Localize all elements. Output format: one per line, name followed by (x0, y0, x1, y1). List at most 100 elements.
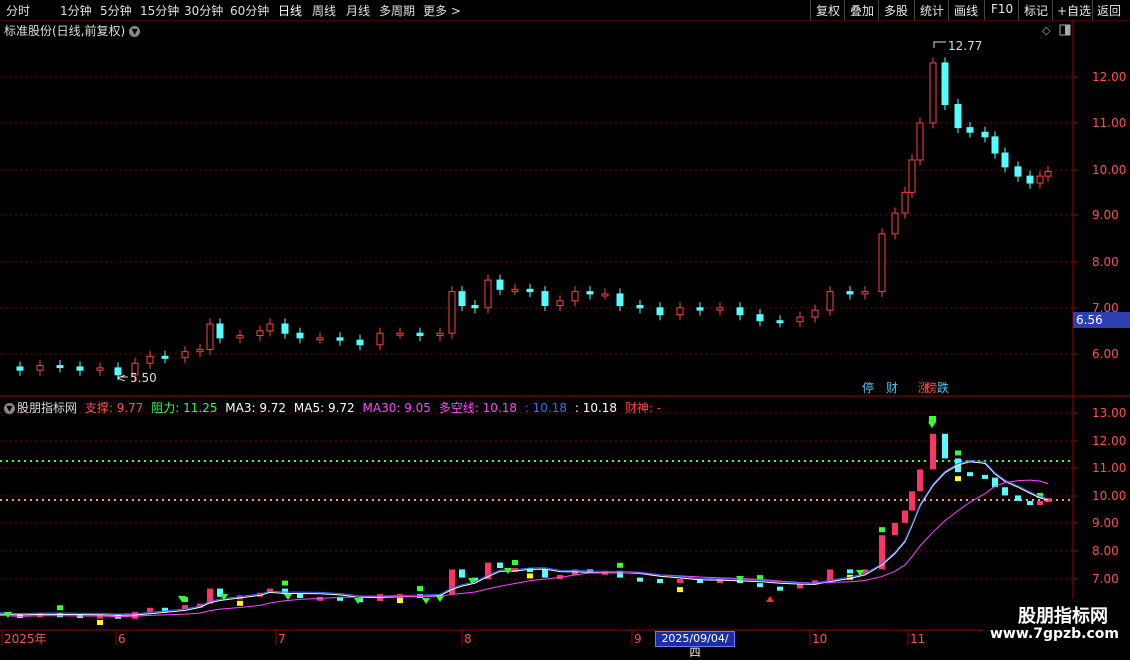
candle-body (571, 291, 579, 302)
candle-body (256, 330, 264, 337)
legend-blue-value: : 10.18 (524, 401, 568, 415)
candle-body (878, 233, 886, 293)
watermark-title: 股朋指标网 (1018, 606, 1108, 627)
legend-ma5: MA5: 9.72 (293, 401, 355, 415)
candle-body (991, 136, 999, 154)
candle-body (471, 304, 479, 309)
candle-body (981, 131, 989, 138)
main-grid (0, 76, 1073, 355)
candle-body (1001, 152, 1009, 168)
candle-body (929, 62, 937, 124)
chevron-down-icon[interactable]: ▼ (4, 403, 15, 414)
legend-ma3: MA3: 9.72 (225, 401, 287, 415)
date-label: 10 (812, 632, 827, 646)
candle-body (526, 288, 534, 293)
indicator-marker-green (417, 586, 423, 592)
candle-body (161, 355, 169, 359)
indicator-bar (847, 569, 853, 574)
sub-axis-label: 8.00 (1092, 544, 1119, 558)
main-axis-label: 6.00 (1092, 347, 1119, 361)
indicator-bar (637, 577, 643, 582)
indicator-bar (879, 535, 885, 570)
main-axis-label: 9.00 (1092, 208, 1119, 222)
indicator-bar (909, 491, 915, 511)
candle-body (556, 300, 564, 306)
indicator-bar (942, 433, 948, 459)
indicator-bar (459, 569, 465, 578)
candles (16, 57, 1052, 381)
candle-body (458, 291, 466, 306)
candle-body (236, 335, 244, 339)
date-axis: 2025年 6 7 8 9 10 11 (1, 630, 925, 646)
down-arrow-icon (436, 596, 444, 602)
candle-body (846, 291, 854, 295)
candle-body (511, 288, 519, 292)
indicator-bar (37, 613, 43, 618)
candle-body (448, 291, 456, 334)
candle-body (656, 307, 664, 316)
indicator-marker-yellow (97, 619, 103, 625)
candle-body (146, 355, 154, 364)
indicator-bar (147, 607, 153, 612)
low-price-arrow: < (116, 371, 126, 385)
indicator-bar (917, 469, 923, 492)
indicator-marker-yellow (527, 573, 533, 579)
candle-body (296, 332, 304, 339)
date-label: 11 (910, 632, 925, 646)
indicator-bar (902, 510, 908, 523)
candle-body (316, 337, 324, 341)
high-marker-line (933, 41, 946, 48)
candle-body (266, 323, 274, 332)
marker-suspend[interactable]: 停 (862, 380, 874, 395)
indicator-bar (930, 433, 936, 470)
sub-axis-label: 10.00 (1092, 489, 1126, 503)
candle-body (1036, 175, 1044, 184)
diamond-icon[interactable]: ◇ (1042, 24, 1051, 37)
kline-chart[interactable]: 12.00 11.00 10.00 9.00 8.00 7.00 6.00 13.00 12.… (0, 0, 1130, 650)
indicator-marker-yellow (397, 598, 403, 604)
candle-body (96, 367, 104, 371)
indicator-bar (982, 474, 988, 479)
marker-finance[interactable]: 财 (886, 381, 898, 395)
up-arrow-icon (766, 596, 774, 602)
candle-body (541, 291, 549, 306)
candle-body (356, 339, 364, 346)
indicator-marker-yellow (955, 476, 961, 482)
sub-axis-label: 11.00 (1092, 461, 1126, 475)
indicator-marker-green (617, 562, 623, 568)
candle-body (1014, 166, 1022, 177)
candle-body (676, 307, 684, 316)
watermark-url: www.7gpzb.com (990, 626, 1120, 642)
indicator-bar (797, 584, 803, 589)
main-axis-label: 8.00 (1092, 255, 1119, 269)
main-axis-label: 12.00 (1092, 70, 1126, 84)
candle-body (954, 104, 962, 129)
indicator-bar (1027, 500, 1033, 506)
marker-ranking[interactable]: 榜 (925, 380, 937, 395)
legend-resistance: 阻力: 11.25 (151, 401, 218, 415)
indicator-marker-green (929, 416, 936, 422)
candle-body (891, 212, 899, 235)
marker-fall[interactable]: 跌 (937, 380, 949, 395)
indicator-bar (1037, 500, 1043, 506)
candle-body (16, 366, 24, 371)
candle-body (901, 191, 909, 214)
indicator-bars (17, 433, 1051, 625)
candle-body (776, 320, 784, 324)
candle-body (1026, 175, 1034, 184)
sub-axis-label: 9.00 (1092, 516, 1119, 530)
low-price-label: 5.50 (130, 371, 157, 385)
candle-body (601, 293, 609, 297)
candle-body (56, 365, 64, 369)
candle-body (716, 307, 724, 311)
indicator-marker-green (955, 450, 961, 456)
candle-body (811, 309, 819, 318)
candle-body (484, 279, 492, 309)
candle-body (396, 332, 404, 336)
date-label: 6 (118, 632, 126, 646)
bullbear-line (0, 459, 1049, 615)
candle-body (908, 159, 916, 193)
candle-body (196, 348, 204, 353)
down-arrow-icon (422, 598, 430, 604)
indicator-bar (892, 522, 898, 536)
